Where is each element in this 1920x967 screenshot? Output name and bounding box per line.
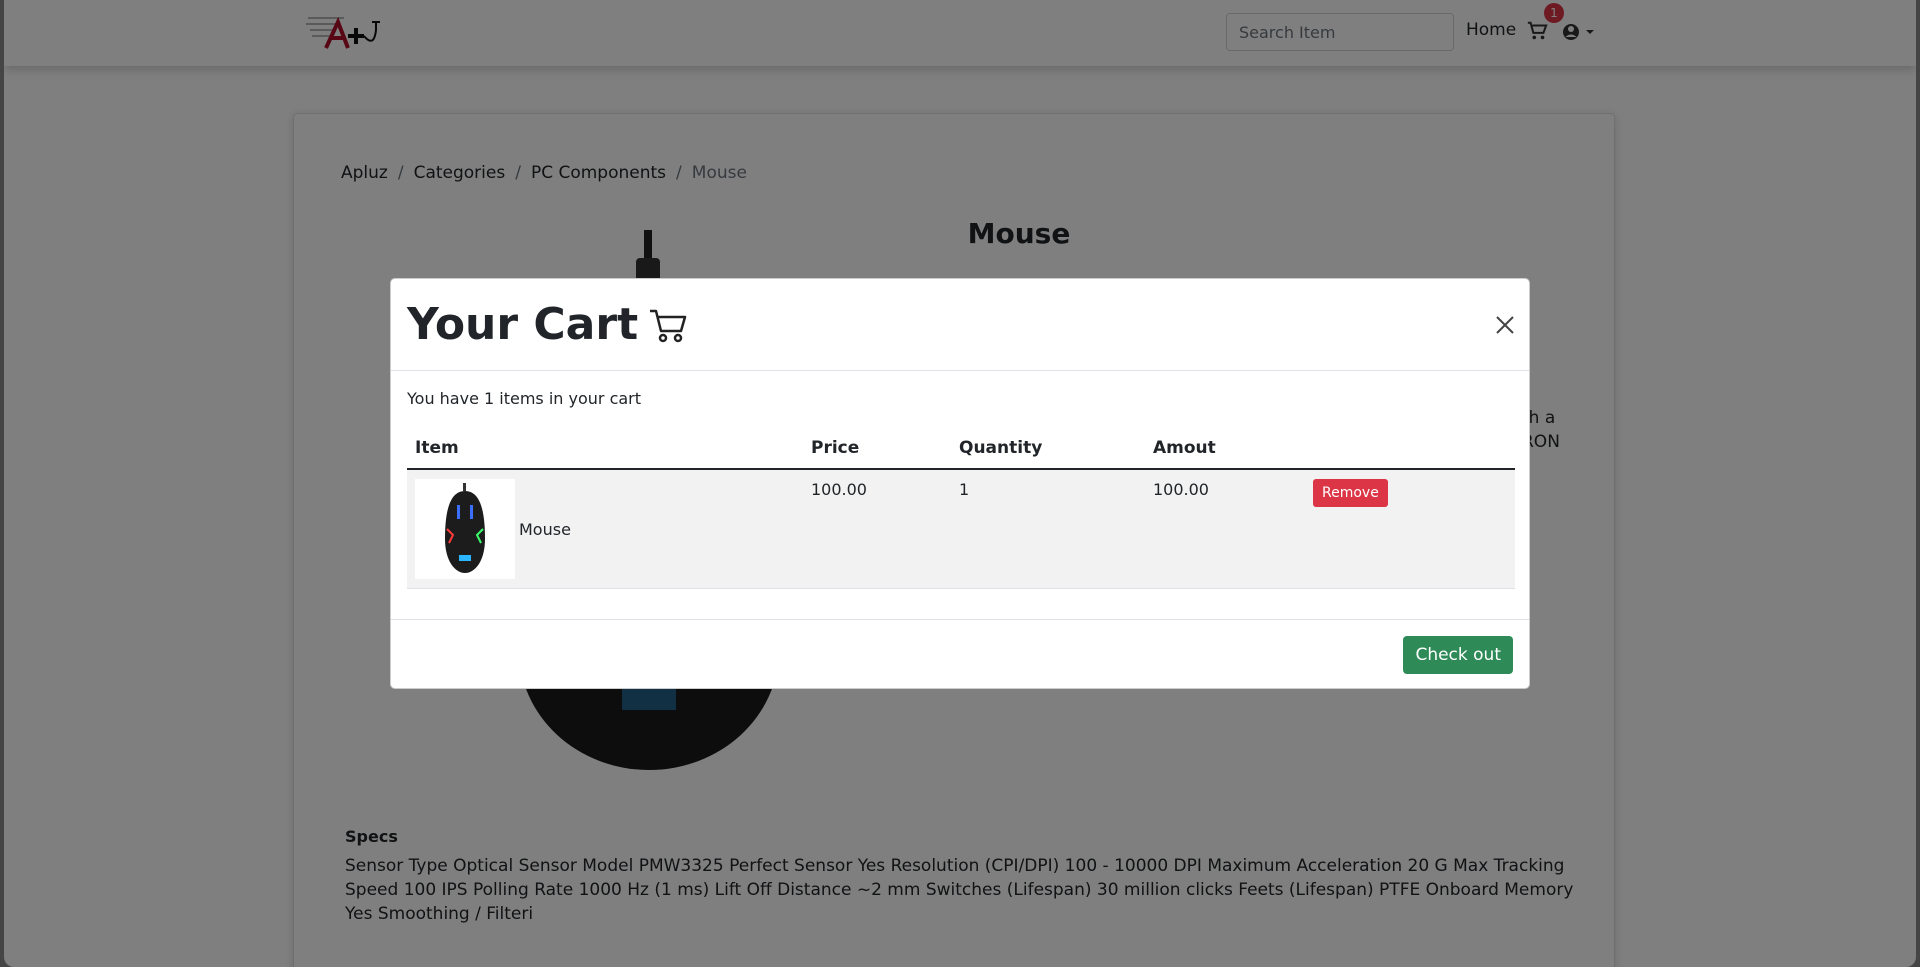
cart-count-text: You have 1 items in your cart	[407, 389, 642, 408]
column-header-item: Item	[407, 427, 803, 470]
modal-title: Your Cart	[407, 299, 688, 350]
column-header-price: Price	[803, 427, 951, 470]
table-row: Mouse 100.00 1 100.00 Remove	[407, 469, 1515, 589]
shopping-cart-icon	[650, 309, 687, 342]
modal-footer: Check out	[391, 619, 1529, 690]
item-actions: Remove	[1305, 469, 1515, 589]
item-name: Mouse	[519, 519, 571, 539]
column-header-amount: Amout	[1145, 427, 1305, 470]
item-price: 100.00	[803, 469, 951, 589]
item-quantity: 1	[951, 469, 1145, 589]
column-header-quantity: Quantity	[951, 427, 1145, 470]
modal-header: Your Cart	[391, 279, 1529, 371]
remove-button[interactable]: Remove	[1313, 479, 1388, 507]
modal-body: You have 1 items in your cart Item Price…	[407, 389, 1515, 589]
item-cell: Mouse	[407, 469, 803, 589]
item-amount: 100.00	[1145, 469, 1305, 589]
column-header-actions	[1305, 427, 1515, 470]
cart-table: Item Price Quantity Amout Mouse 100.00 1…	[407, 427, 1515, 589]
cart-modal: Your Cart You have 1 items in your cart …	[390, 278, 1530, 689]
checkout-button[interactable]: Check out	[1403, 636, 1513, 674]
close-icon[interactable]	[1493, 313, 1517, 337]
item-thumbnail	[415, 479, 515, 579]
